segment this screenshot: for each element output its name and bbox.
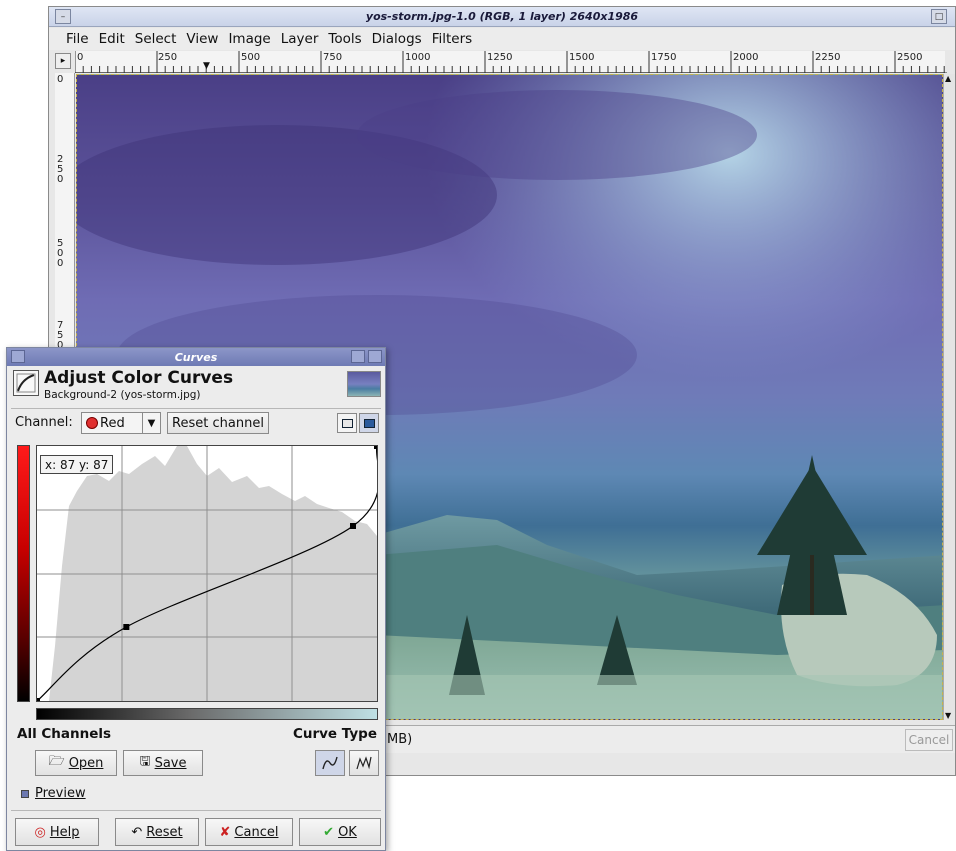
menu-image[interactable]: Image (223, 31, 275, 47)
vruler-label: 500 (57, 238, 64, 269)
vruler-label: 0 (57, 74, 64, 85)
horizontal-ruler: 0 250 500 750 1000 1250 1500 1750 2000 2… (75, 51, 947, 73)
save-button[interactable]: 🖫 Save (123, 750, 203, 776)
menu-file[interactable]: File (61, 31, 94, 47)
ok-button[interactable]: ✔ OK (299, 818, 381, 846)
hruler-label: 2500 (897, 52, 923, 63)
preview-checkbox[interactable] (21, 789, 29, 798)
input-value-gradient (36, 708, 378, 720)
status-text: MB) (387, 732, 413, 747)
reset-button[interactable]: ↶ Reset (115, 818, 199, 846)
channel-select-value: Red (100, 415, 125, 431)
hruler-label: 250 (158, 52, 178, 63)
close-icon: ✘ (219, 824, 231, 840)
check-icon: ✔ (323, 824, 335, 840)
image-window-title: yos-storm.jpg-1.0 (RGB, 1 layer) 2640x19… (365, 10, 639, 23)
linear-histogram-icon[interactable] (337, 413, 357, 433)
menu-dialogs[interactable]: Dialogs (367, 31, 427, 47)
curve-control-point[interactable] (374, 443, 380, 449)
separator (11, 408, 381, 409)
preview-toggle[interactable]: Preview (21, 786, 86, 801)
curves-dialog-title: Curves (174, 350, 218, 364)
red-channel-icon (86, 417, 98, 429)
dialog-menu-button[interactable] (11, 350, 25, 363)
ruler-pointer-marker-icon: ▼ (203, 61, 210, 71)
channel-label: Channel: (15, 415, 73, 430)
chevron-down-icon: ▼ (142, 413, 160, 433)
image-window-titlebar[interactable]: – yos-storm.jpg-1.0 (RGB, 1 layer) 2640x… (49, 7, 955, 27)
curves-graph[interactable] (34, 443, 380, 704)
hruler-label: 1250 (487, 52, 513, 63)
cancel-label: Cancel (234, 824, 279, 840)
cancel-button[interactable]: ✘ Cancel (205, 818, 293, 846)
curves-dialog-titlebar[interactable]: Curves (7, 348, 385, 366)
menu-edit[interactable]: Edit (94, 31, 130, 47)
dialog-subheading: Background-2 (yos-storm.jpg) (44, 389, 201, 401)
menu-tools[interactable]: Tools (323, 31, 366, 47)
dialog-header: Adjust Color Curves Background-2 (yos-st… (7, 366, 385, 406)
menu-filters[interactable]: Filters (427, 31, 477, 47)
reset-channel-button[interactable]: Reset channel (167, 412, 269, 434)
preview-label: Preview (35, 786, 86, 801)
separator (11, 810, 381, 811)
hruler-label: 2250 (815, 52, 841, 63)
channel-select[interactable]: Red ▼ (81, 412, 161, 434)
menu-view[interactable]: View (181, 31, 223, 47)
curve-control-point[interactable] (34, 698, 40, 704)
save-label: Save (154, 755, 187, 771)
menu-select[interactable]: Select (130, 31, 182, 47)
reset-label: Reset (146, 824, 183, 840)
open-button[interactable]: 🗁 Open (35, 750, 117, 776)
maximize-button[interactable]: □ (931, 9, 947, 24)
reset-icon: ↶ (131, 824, 143, 840)
log-histogram-icon[interactable] (359, 413, 379, 433)
ok-label: OK (338, 824, 357, 840)
curve-control-point[interactable] (123, 624, 130, 630)
hruler-label: 500 (241, 52, 261, 63)
help-label: Help (49, 824, 80, 840)
hruler-label: 1000 (405, 52, 431, 63)
menubar: File Edit Select View Image Layer Tools … (49, 28, 955, 50)
ruler-corner-menu-icon[interactable]: ▸ (55, 53, 71, 69)
freehand-curve-icon[interactable] (349, 750, 379, 776)
curve-type-label: Curve Type (292, 726, 377, 742)
vertical-scrollbar[interactable]: ▲ ▼ (943, 74, 955, 720)
dialog-heading: Adjust Color Curves (44, 368, 234, 388)
dialog-maximize-button[interactable] (351, 350, 365, 363)
scroll-down-arrow-icon[interactable]: ▼ (945, 711, 951, 720)
folder-icon: 🗁 (48, 754, 65, 769)
hruler-label: 0 (77, 52, 84, 63)
status-cancel-button[interactable]: Cancel (905, 729, 953, 751)
curves-tool-icon (13, 370, 39, 396)
channel-row: Channel: Red ▼ Reset channel (7, 410, 385, 436)
hruler-label: 1500 (569, 52, 595, 63)
curve-control-point[interactable] (350, 523, 356, 529)
floppy-icon: 🖫 (139, 754, 151, 769)
dialog-close-button[interactable] (368, 350, 382, 363)
coordinate-readout: x: 87 y: 87 (40, 455, 114, 474)
hruler-label: 2000 (733, 52, 759, 63)
open-label: Open (68, 755, 104, 771)
curves-dialog: Curves Adjust Color Curves Background-2 … (6, 347, 386, 851)
image-thumbnail (347, 371, 381, 397)
red-channel-gradient (17, 445, 30, 702)
menu-layer[interactable]: Layer (276, 31, 324, 47)
window-menu-button[interactable]: – (55, 9, 71, 24)
curves-plot[interactable] (34, 443, 380, 704)
all-channels-label: All Channels (17, 726, 112, 742)
hruler-label: 750 (323, 52, 343, 63)
hruler-label: 1750 (651, 52, 677, 63)
vruler-label: 250 (57, 154, 64, 185)
scroll-up-arrow-icon[interactable]: ▲ (945, 74, 951, 83)
smooth-curve-icon[interactable] (315, 750, 345, 776)
help-button[interactable]: ◎ Help (15, 818, 99, 846)
lifebuoy-icon: ◎ (34, 824, 46, 840)
